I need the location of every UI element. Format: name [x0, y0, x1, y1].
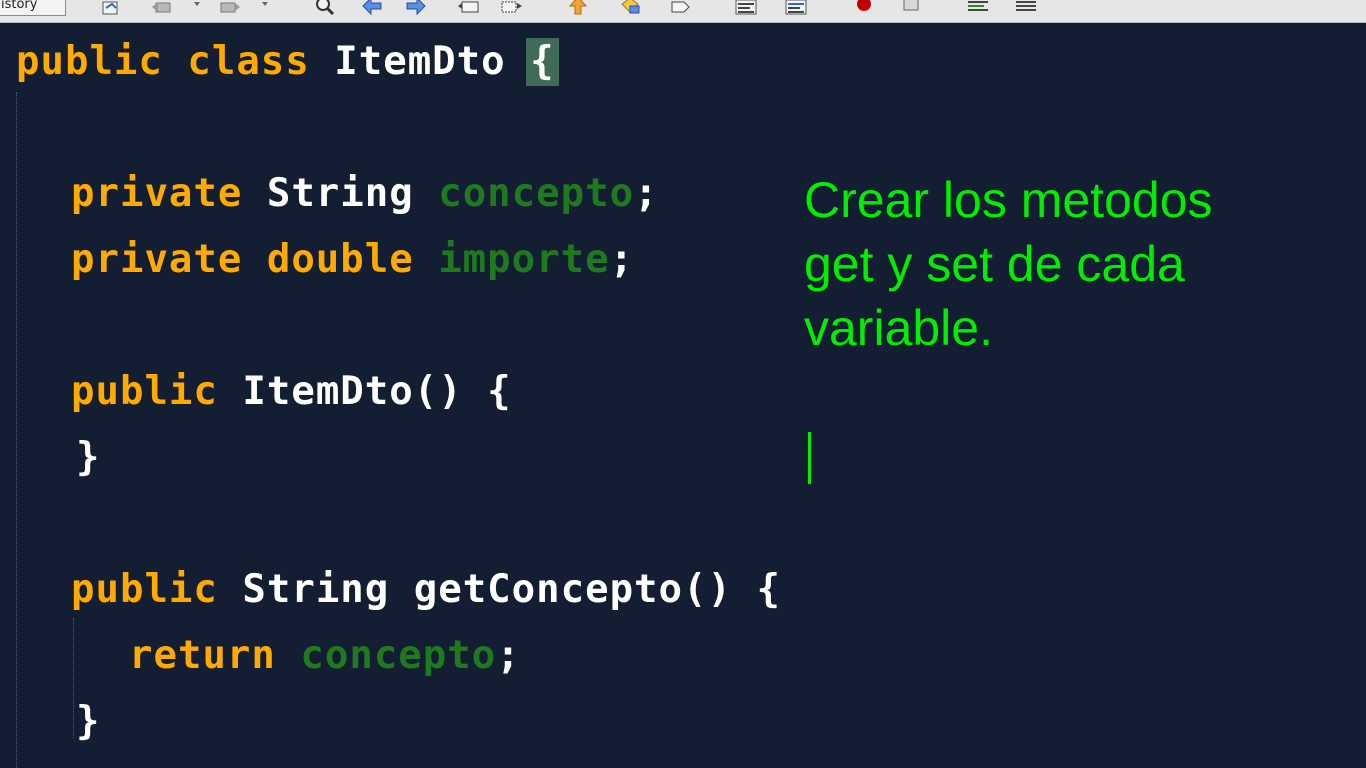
history-tab[interactable]: istory [0, 0, 66, 16]
find-icon[interactable] [312, 0, 336, 16]
stop-macro-icon[interactable] [900, 0, 924, 16]
toggle-highlight-icon[interactable] [618, 0, 642, 16]
text-caret [808, 432, 811, 484]
code-line-class-declaration: public class ItemDto { [16, 38, 559, 86]
shift-left-icon[interactable] [566, 0, 590, 16]
shift-line-left-icon[interactable] [966, 0, 990, 16]
forward-icon[interactable] [218, 0, 242, 16]
annotation-line: get y set de cada [804, 236, 1185, 292]
back-dropdown-icon[interactable] [180, 0, 204, 16]
comment-icon[interactable] [734, 0, 758, 16]
record-macro-icon[interactable] [852, 0, 876, 16]
toggle-bookmark-icon[interactable] [668, 0, 692, 16]
find-selection-icon[interactable] [456, 0, 480, 16]
annotation-line: variable. [804, 300, 993, 356]
code-line-field-concepto: private String concepto; [71, 171, 659, 216]
code-line-field-importe: private double importe; [71, 237, 635, 282]
code-line-getter: public String getConcepto() { [71, 567, 781, 612]
forward-dropdown-icon[interactable] [248, 0, 272, 16]
annotation-note: Crear los metodos get y set de cada vari… [804, 168, 1344, 360]
code-line-constructor: public ItemDto() { [71, 369, 512, 414]
previous-bookmark-icon[interactable] [500, 0, 524, 16]
matched-brace: { [526, 38, 559, 86]
source-history-icon[interactable] [100, 0, 124, 16]
editor-toolbar: istory [0, 0, 1366, 23]
indent-guide [16, 92, 17, 768]
find-next-icon[interactable] [404, 0, 428, 16]
code-line-getter-close: } [76, 699, 101, 744]
ide-window: istory public class ItemDto {private St… [0, 0, 1366, 768]
annotation-line: Crear los metodos [804, 172, 1213, 228]
code-line-constructor-close: } [76, 435, 101, 480]
shift-line-right-icon[interactable] [1014, 0, 1038, 16]
code-line-return: return concepto; [129, 633, 521, 678]
indent-guide-method [73, 618, 74, 738]
uncomment-icon[interactable] [784, 0, 808, 16]
back-icon[interactable] [150, 0, 174, 16]
find-previous-icon[interactable] [360, 0, 384, 16]
